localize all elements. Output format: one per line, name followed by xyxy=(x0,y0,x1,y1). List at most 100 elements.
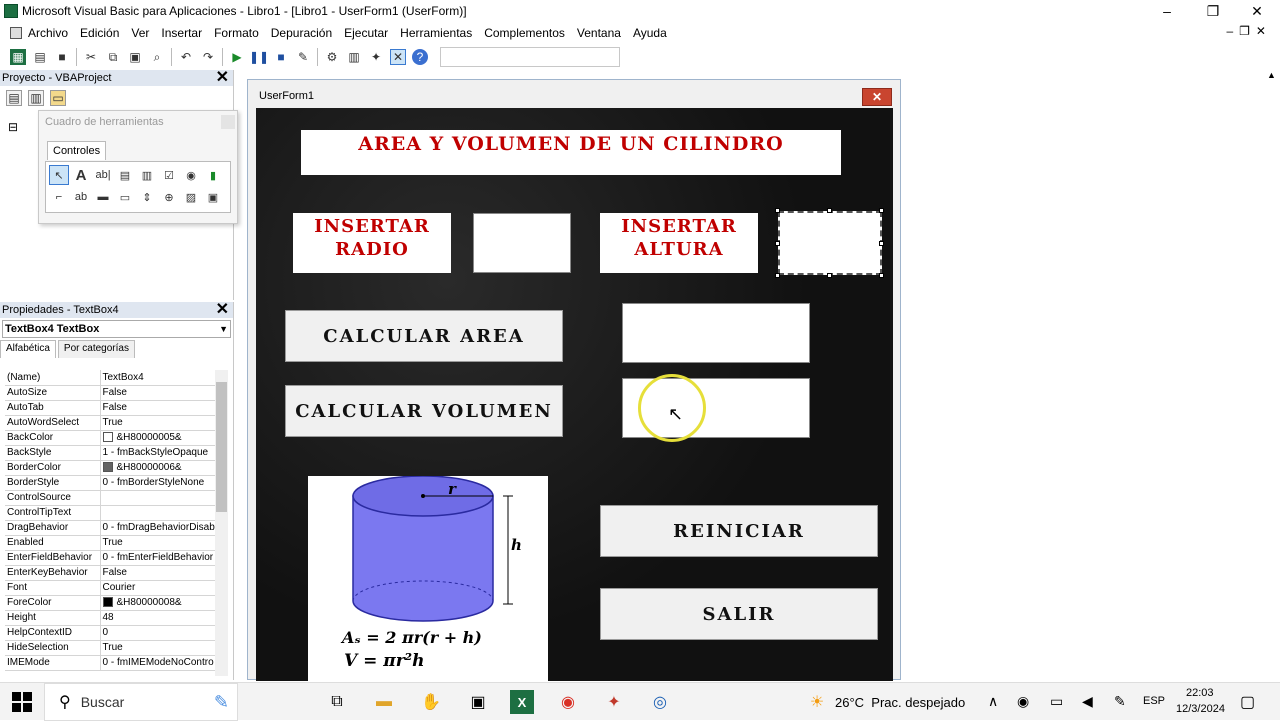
selection-handle[interactable] xyxy=(879,241,884,246)
property-row[interactable]: HideSelection True xyxy=(5,640,215,656)
chrome-icon[interactable]: ◉ xyxy=(556,690,580,714)
property-value[interactable]: False xyxy=(100,565,215,581)
property-value[interactable]: 48 xyxy=(100,610,215,626)
property-row[interactable]: BorderStyle 0 - fmBorderStyleNone xyxy=(5,475,215,491)
property-value[interactable]: &H80000008& xyxy=(100,595,215,611)
app-icon-paint[interactable]: ✦ xyxy=(602,690,626,714)
property-value[interactable]: True xyxy=(100,535,215,551)
menu-ver[interactable]: Ver xyxy=(131,26,149,40)
app-icon-blue[interactable]: ◎ xyxy=(648,690,672,714)
save-icon[interactable]: ■ xyxy=(54,49,70,65)
excel-icon[interactable]: X xyxy=(510,690,534,714)
menu-depuracion[interactable]: Depuración xyxy=(271,26,332,40)
property-name[interactable]: AutoSize xyxy=(5,385,101,401)
property-name[interactable]: AutoWordSelect xyxy=(5,415,101,431)
selection-handle[interactable] xyxy=(879,273,884,278)
notifications-icon[interactable]: ▢ xyxy=(1240,692,1255,712)
network-icon[interactable]: ▭ xyxy=(1050,693,1063,710)
property-value[interactable]: 0 - fmIMEModeNoContro xyxy=(100,655,215,671)
property-value[interactable] xyxy=(100,490,215,506)
listbox-icon[interactable]: ▥ xyxy=(137,165,157,185)
label-icon[interactable]: A xyxy=(71,165,91,185)
property-name[interactable]: BorderColor xyxy=(5,460,101,476)
redo-icon[interactable]: ↷ xyxy=(200,49,216,65)
app-icon-camera[interactable]: ▣ xyxy=(466,690,490,714)
selection-handle[interactable] xyxy=(879,208,884,213)
property-name[interactable]: BorderStyle xyxy=(5,475,101,491)
main-area-scrollbar[interactable]: ▲ xyxy=(1263,70,1280,682)
property-row[interactable]: DragBehavior 0 - fmDragBehaviorDisab xyxy=(5,520,215,536)
start-windows-icon[interactable] xyxy=(12,692,32,712)
property-value[interactable]: True xyxy=(100,415,215,431)
property-name[interactable]: ForeColor xyxy=(5,595,101,611)
frame-icon[interactable]: ⌐ xyxy=(49,187,69,207)
tab-alfabetica[interactable]: Alfabética xyxy=(0,340,56,358)
app-icon-hand[interactable]: ✋ xyxy=(419,690,443,714)
close-button[interactable]: ✕ xyxy=(1234,0,1280,22)
property-name[interactable]: Enabled xyxy=(5,535,101,551)
menu-formato[interactable]: Formato xyxy=(214,26,259,40)
design-mode-icon[interactable]: ✎ xyxy=(295,49,311,65)
multipage-icon[interactable]: ▭ xyxy=(115,187,135,207)
copy-icon[interactable]: ⧉ xyxy=(105,49,121,65)
reiniciar-button[interactable]: REINICIAR xyxy=(600,505,878,557)
selection-handle[interactable] xyxy=(775,208,780,213)
property-value[interactable]: 1 - fmBackStyleOpaque xyxy=(100,445,215,461)
task-view-icon[interactable]: ⧉ xyxy=(325,690,349,714)
selection-handle[interactable] xyxy=(827,208,832,213)
image-icon[interactable]: ▨ xyxy=(181,187,201,207)
property-name[interactable]: Height xyxy=(5,610,101,626)
textbox-area-result[interactable] xyxy=(622,303,810,363)
record-icon[interactable]: ◉ xyxy=(1017,693,1029,710)
property-row[interactable]: IMEMode 0 - fmIMEModeNoContro xyxy=(5,655,215,671)
property-name[interactable]: EnterFieldBehavior xyxy=(5,550,101,566)
child-window-controls[interactable]: –❐✕ xyxy=(1227,24,1273,38)
help-icon[interactable]: ? xyxy=(412,49,428,65)
selection-handle[interactable] xyxy=(827,273,832,278)
scroll-up-icon[interactable]: ▲ xyxy=(1263,70,1280,80)
heading-label[interactable]: AREA Y VOLUMEN DE UN CILINDRO xyxy=(301,130,841,175)
property-value[interactable]: &H80000005& xyxy=(100,430,215,446)
project-explorer-icon[interactable]: ⚙ xyxy=(324,49,340,65)
weather-text[interactable]: 26°C Prac. despejado xyxy=(835,695,965,710)
object-browser-icon[interactable]: ✦ xyxy=(368,49,384,65)
excel-view-icon[interactable]: ▦ xyxy=(10,49,26,65)
property-row[interactable]: (Name) TextBox4 xyxy=(5,370,215,386)
scrollbar-thumb[interactable] xyxy=(216,382,227,512)
textbox-altura[interactable] xyxy=(778,211,882,275)
option-button-icon[interactable]: ◉ xyxy=(181,165,201,185)
view-object-icon[interactable]: ▥ xyxy=(28,90,44,106)
property-row[interactable]: ControlSource xyxy=(5,490,215,506)
checkbox-icon[interactable]: ☑ xyxy=(159,165,179,185)
property-value[interactable]: 0 xyxy=(100,625,215,641)
salir-button[interactable]: SALIR xyxy=(600,588,878,640)
cut-icon[interactable]: ✂ xyxy=(83,49,99,65)
menu-ayuda[interactable]: Ayuda xyxy=(633,26,667,40)
property-value[interactable] xyxy=(100,505,215,521)
property-value[interactable]: False xyxy=(100,385,215,401)
toolbox-close-icon[interactable] xyxy=(221,115,235,129)
property-name[interactable]: ControlTipText xyxy=(5,505,101,521)
refedit-icon[interactable]: ▣ xyxy=(203,187,223,207)
pause-icon[interactable]: ❚❚ xyxy=(249,49,269,65)
object-selector-dropdown[interactable]: TextBox4 TextBox ▼ xyxy=(2,320,231,338)
property-row[interactable]: Font Courier xyxy=(5,580,215,596)
userform-close-button[interactable]: ✕ xyxy=(862,88,892,106)
menu-complementos[interactable]: Complementos xyxy=(484,26,565,40)
menu-herramientas[interactable]: Herramientas xyxy=(400,26,472,40)
property-row[interactable]: AutoWordSelect True xyxy=(5,415,215,431)
undo-icon[interactable]: ↶ xyxy=(178,49,194,65)
property-row[interactable]: AutoTab False xyxy=(5,400,215,416)
paste-icon[interactable]: ▣ xyxy=(127,49,143,65)
userform-canvas[interactable]: AREA Y VOLUMEN DE UN CILINDRO INSERTAR R… xyxy=(256,108,893,681)
combobox-icon[interactable]: ▤ xyxy=(115,165,135,185)
textbox-icon[interactable]: ab| xyxy=(93,165,113,185)
clock-date[interactable]: 12/3/2024 xyxy=(1176,703,1225,715)
menu-edicion[interactable]: Edición xyxy=(80,26,119,40)
property-row[interactable]: EnterKeyBehavior False xyxy=(5,565,215,581)
property-value[interactable]: TextBox4 xyxy=(100,370,215,386)
calcular-area-button[interactable]: CALCULAR AREA xyxy=(285,310,563,362)
property-row[interactable]: HelpContextID 0 xyxy=(5,625,215,641)
property-name[interactable]: IMEMode xyxy=(5,655,101,671)
property-value[interactable]: 0 - fmEnterFieldBehavior xyxy=(100,550,215,566)
